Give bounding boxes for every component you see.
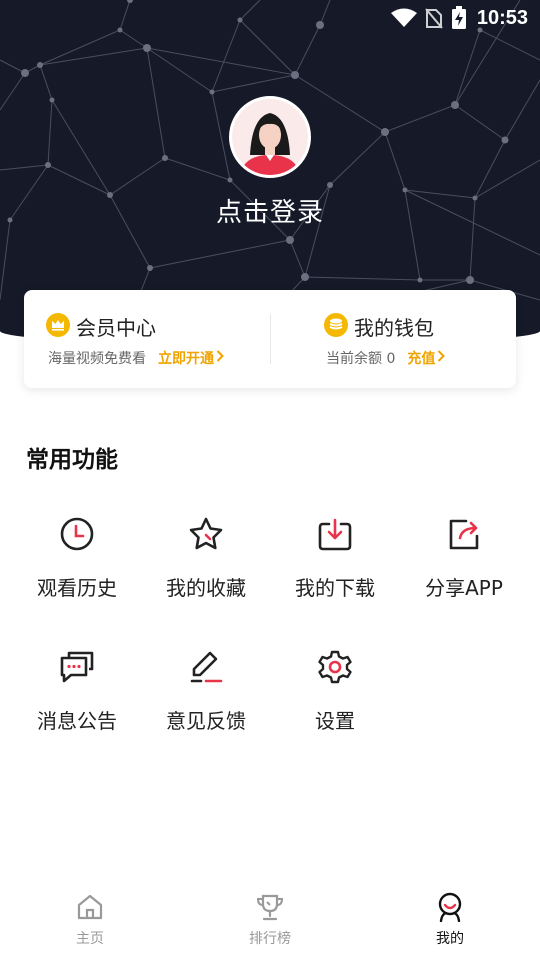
vip-open-label: 立即开通	[158, 351, 214, 367]
tab-label: 主页	[76, 931, 104, 947]
download-icon	[318, 518, 352, 551]
tab-label: 排行榜	[249, 931, 291, 947]
wallet-recharge-label: 充值	[407, 351, 436, 367]
chevron-right-icon	[437, 350, 446, 366]
vip-sub-row: 海量视频免费看 立即开通	[48, 348, 224, 368]
home-icon	[77, 894, 103, 920]
feature-label: 我的下载	[295, 576, 375, 600]
feature-feedback[interactable]: 意见反馈	[141, 633, 271, 743]
battery-charging-icon	[451, 6, 467, 30]
feature-label: 分享APP	[425, 576, 503, 600]
tab-label: 我的	[436, 931, 464, 947]
clock-icon	[60, 517, 94, 551]
vip-title: 会员中心	[76, 316, 156, 340]
feature-label: 我的收藏	[166, 576, 246, 600]
feature-label: 消息公告	[37, 709, 117, 733]
avatar[interactable]	[229, 96, 311, 178]
coin-icon	[324, 312, 348, 341]
profile-icon	[438, 892, 462, 922]
vip-open-link[interactable]: 立即开通	[158, 348, 224, 368]
wallet-sub-row: 当前余额 0 充值	[326, 348, 446, 368]
edit-icon	[190, 651, 223, 683]
status-time: 10:53	[476, 6, 528, 29]
tab-mine[interactable]: 我的	[360, 880, 540, 960]
feature-announcements[interactable]: 消息公告	[12, 633, 142, 743]
share-icon	[449, 519, 479, 550]
status-bar: 10:53	[0, 0, 540, 36]
avatar-girl-icon	[232, 99, 308, 175]
tab-ranking[interactable]: 排行榜	[180, 880, 360, 960]
wallet-title: 我的钱包	[354, 316, 434, 340]
feature-label: 意见反馈	[166, 709, 246, 733]
crown-icon	[46, 312, 70, 341]
wallet-title-row: 我的钱包	[324, 312, 434, 341]
trophy-icon	[256, 894, 284, 921]
message-icon	[60, 651, 94, 683]
wallet-balance: 当前余额 0	[326, 351, 396, 367]
feature-favorites[interactable]: 我的收藏	[141, 500, 271, 610]
gear-icon	[318, 650, 352, 684]
feature-share-app[interactable]: 分享APP	[399, 500, 529, 610]
features-title: 常用功能	[26, 447, 118, 473]
feature-downloads[interactable]: 我的下载	[270, 500, 400, 610]
star-icon	[189, 517, 223, 550]
wifi-icon	[390, 8, 417, 28]
wallet-recharge-link[interactable]: 充值	[407, 348, 446, 368]
chevron-right-icon	[216, 350, 224, 366]
vip-wallet-card: 会员中心 海量视频免费看 立即开通 我的钱包 当前余额 0 充值	[24, 290, 516, 388]
status-icons: 10:53	[390, 5, 528, 31]
tab-home[interactable]: 主页	[0, 880, 180, 960]
vip-title-row: 会员中心	[46, 312, 156, 341]
feature-settings[interactable]: 设置	[270, 633, 400, 743]
wallet-entry[interactable]: 我的钱包 当前余额 0 充值	[270, 290, 516, 388]
feature-watch-history[interactable]: 观看历史	[12, 500, 142, 610]
feature-label: 观看历史	[37, 576, 117, 600]
bottom-tab-bar: 主页 排行榜 我的	[0, 880, 540, 960]
no-sim-icon	[425, 7, 443, 29]
login-link[interactable]: 点击登录	[0, 192, 540, 229]
vip-center-entry[interactable]: 会员中心 海量视频免费看 立即开通	[24, 290, 270, 388]
vip-subtitle: 海量视频免费看	[48, 351, 146, 367]
feature-label: 设置	[315, 709, 355, 733]
